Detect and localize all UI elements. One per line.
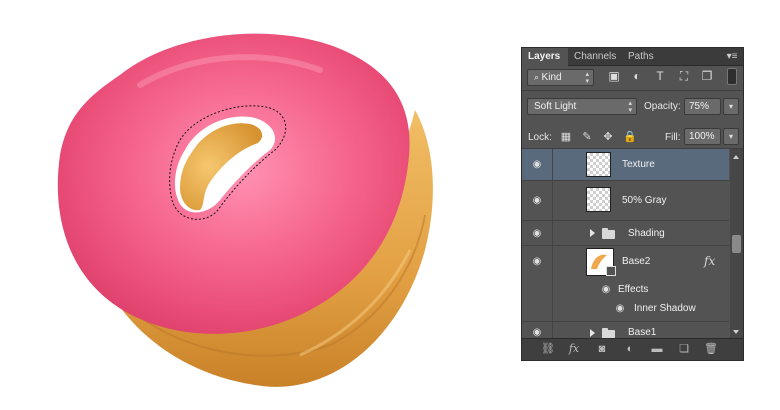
blend-mode-value: Soft Light — [534, 101, 577, 112]
filter-kind-dropdown[interactable]: ⌕ Kind ▴ ▾ — [527, 69, 594, 86]
scroll-up-icon[interactable] — [733, 155, 739, 159]
dropdown-arrows-icon: ▴ ▾ — [628, 100, 632, 114]
layer-thumbnail — [586, 187, 611, 212]
lock-brush-icon[interactable]: ✎ — [581, 131, 593, 143]
layers-list: ◉ Texture ◉ 50% Gray ◉ Shading ◉ Base2 f… — [522, 149, 729, 344]
fx-icon[interactable]: fx — [704, 254, 715, 268]
opacity-label: Opacity: — [644, 101, 681, 112]
canvas-donut-illustration — [57, 33, 433, 387]
shape-filter-icon[interactable]: ⛶ — [677, 69, 691, 83]
folder-icon — [602, 228, 615, 239]
expand-arrow-icon[interactable] — [590, 329, 595, 337]
layers-scrollbar[interactable] — [730, 149, 743, 340]
layers-panel: Layers Channels Paths ▾≡ ⌕ Kind ▴ ▾ ▣ ◐ T… — [521, 47, 744, 361]
filter-toggle[interactable] — [727, 68, 737, 85]
effects-label: Effects — [618, 284, 649, 295]
layer-mask-icon — [606, 266, 616, 276]
layer-row-shading-group[interactable]: ◉ Shading — [522, 221, 729, 246]
layer-row-texture[interactable]: ◉ Texture — [522, 149, 729, 181]
layer-name: Base1 — [628, 327, 657, 338]
adjustment-icon[interactable]: ◐ — [622, 342, 638, 356]
lock-label: Lock: — [528, 132, 552, 143]
eye-icon[interactable]: ◉ — [528, 159, 546, 171]
dropdown-arrows-icon: ▴ ▾ — [585, 71, 589, 85]
lock-transparent-icon[interactable]: ▦ — [560, 131, 572, 143]
eye-icon[interactable]: ◉ — [528, 228, 546, 240]
layer-name: 50% Gray — [622, 195, 667, 206]
filter-kind-label: Kind — [541, 72, 562, 83]
mask-icon[interactable]: ◙ — [594, 342, 610, 356]
scroll-thumb[interactable] — [732, 235, 741, 253]
type-filter-icon[interactable]: T — [653, 69, 667, 83]
eye-icon[interactable]: ◉ — [600, 284, 612, 296]
tab-channels[interactable]: Channels — [568, 48, 622, 66]
link-icon[interactable]: ⛓ — [540, 342, 556, 356]
scroll-down-icon[interactable] — [733, 330, 739, 334]
tab-layers[interactable]: Layers — [522, 48, 568, 66]
eye-icon[interactable]: ◉ — [528, 195, 546, 207]
panel-bottom-bar: ⛓ fx ◙ ◐ ▬ ❏ 🗑 — [522, 338, 743, 360]
layer-name: Texture — [622, 159, 655, 170]
fill-label: Fill: — [665, 132, 681, 143]
lock-move-icon[interactable]: ✥ — [602, 131, 614, 143]
fx-icon[interactable]: fx — [566, 342, 582, 356]
panel-menu-icon[interactable]: ▾≡ — [725, 51, 739, 62]
smartobject-filter-icon[interactable]: ❐ — [700, 69, 714, 83]
opacity-slider-button[interactable]: ▾ — [723, 98, 739, 115]
adjustment-filter-icon[interactable]: ◐ — [630, 69, 644, 83]
panel-tab-bar: Layers Channels Paths ▾≡ — [522, 48, 743, 66]
effect-inner-shadow[interactable]: Inner Shadow — [634, 303, 696, 314]
opacity-input[interactable]: 75% — [684, 98, 721, 115]
search-icon: ⌕ — [534, 72, 542, 82]
blend-mode-dropdown[interactable]: Soft Light ▴ ▾ — [527, 98, 637, 115]
layer-name: Base2 — [622, 256, 651, 267]
new-layer-icon[interactable]: ❏ — [676, 342, 692, 356]
fill-input[interactable]: 100% — [684, 128, 721, 145]
lock-all-icon[interactable]: 🔒 — [623, 131, 637, 143]
layer-row-base2[interactable]: ◉ Base2 fx ◉ Effects ◉ Inner Shadow — [522, 246, 729, 322]
folder-icon[interactable]: ▬ — [649, 342, 665, 356]
fill-value: 100% — [689, 131, 715, 142]
layer-row-50-gray[interactable]: ◉ 50% Gray — [522, 181, 729, 221]
image-filter-icon[interactable]: ▣ — [607, 69, 621, 83]
fill-slider-button[interactable]: ▾ — [723, 128, 739, 145]
trash-icon[interactable]: 🗑 — [703, 342, 719, 356]
opacity-value: 75% — [689, 101, 710, 112]
layer-name: Shading — [628, 228, 665, 239]
expand-arrow-icon[interactable] — [590, 229, 595, 237]
eye-icon[interactable]: ◉ — [528, 256, 546, 268]
layer-thumbnail — [586, 152, 611, 177]
eye-icon[interactable]: ◉ — [614, 303, 626, 315]
tab-paths[interactable]: Paths — [622, 48, 660, 66]
